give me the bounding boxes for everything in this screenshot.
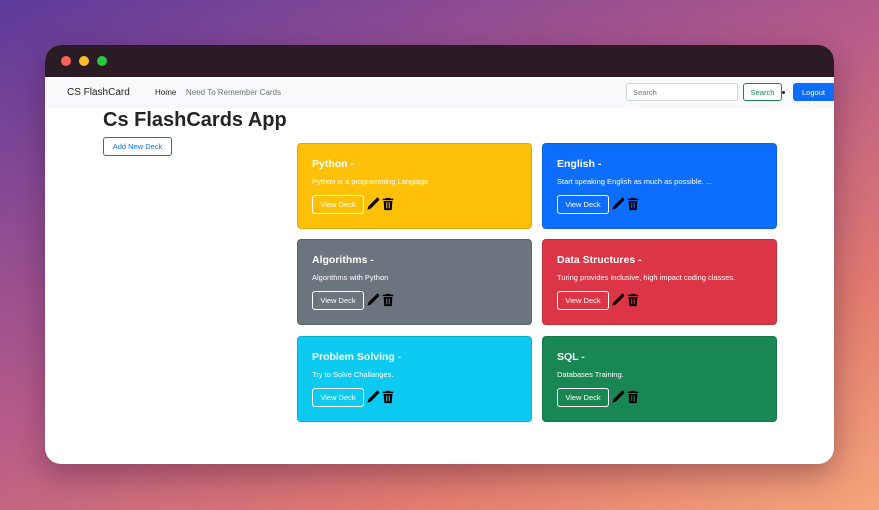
nav-link-home[interactable]: Home bbox=[155, 88, 176, 97]
pencil-icon[interactable] bbox=[366, 390, 380, 404]
trash-icon[interactable] bbox=[626, 390, 640, 404]
deck-card: Problem Solving - Try to Solve Challange… bbox=[297, 336, 532, 422]
deck-card: Algorithms - Algorithms with Python View… bbox=[297, 239, 532, 325]
navbar-dot bbox=[782, 91, 785, 94]
deck-description: Python is a programming Langiage bbox=[312, 177, 429, 186]
trash-icon[interactable] bbox=[626, 197, 640, 211]
navbar-brand[interactable]: CS FlashCard bbox=[67, 87, 130, 98]
pencil-icon[interactable] bbox=[611, 390, 625, 404]
add-new-deck-button[interactable]: Add New Deck bbox=[103, 137, 172, 156]
deck-description: Turing provides inclusive, high impact c… bbox=[557, 273, 736, 282]
deck-card: English - Start speaking English as much… bbox=[542, 143, 777, 229]
pencil-icon[interactable] bbox=[366, 293, 380, 307]
page-title: Cs FlashCards App bbox=[103, 109, 287, 131]
minimize-window-icon[interactable] bbox=[79, 56, 89, 66]
nav-link-remember-cards[interactable]: Need To Remember Cards bbox=[186, 88, 281, 97]
deck-card: SQL - Databases Training. View Deck bbox=[542, 336, 777, 422]
deck-card: Data Structures - Turing provides inclus… bbox=[542, 239, 777, 325]
deck-title: English - bbox=[557, 158, 602, 170]
pencil-icon[interactable] bbox=[611, 197, 625, 211]
window-titlebar bbox=[45, 45, 834, 77]
pencil-icon[interactable] bbox=[611, 293, 625, 307]
trash-icon[interactable] bbox=[381, 197, 395, 211]
view-deck-button[interactable]: View Deck bbox=[557, 195, 609, 214]
deck-title: Data Structures - bbox=[557, 254, 642, 266]
deck-title: Algorithms - bbox=[312, 254, 374, 266]
deck-description: Databases Training. bbox=[557, 370, 624, 379]
trash-icon[interactable] bbox=[381, 293, 395, 307]
view-deck-button[interactable]: View Deck bbox=[312, 195, 364, 214]
pencil-icon[interactable] bbox=[366, 197, 380, 211]
view-deck-button[interactable]: View Deck bbox=[557, 388, 609, 407]
search-input[interactable] bbox=[626, 83, 738, 101]
view-deck-button[interactable]: View Deck bbox=[312, 388, 364, 407]
deck-description: Start speaking English as much as possib… bbox=[557, 177, 713, 186]
deck-description: Algorithms with Python bbox=[312, 273, 389, 282]
navbar: CS FlashCard Home Need To Remember Cards… bbox=[45, 78, 834, 108]
deck-description: Try to Solve Challanges. bbox=[312, 370, 394, 379]
deck-title: Problem Solving - bbox=[312, 351, 402, 363]
deck-title: SQL - bbox=[557, 351, 585, 363]
maximize-window-icon[interactable] bbox=[97, 56, 107, 66]
browser-window: CS FlashCard Home Need To Remember Cards… bbox=[45, 45, 834, 464]
view-deck-button[interactable]: View Deck bbox=[557, 291, 609, 310]
trash-icon[interactable] bbox=[381, 390, 395, 404]
trash-icon[interactable] bbox=[626, 293, 640, 307]
deck-card: Python - Python is a programming Langiag… bbox=[297, 143, 532, 229]
view-deck-button[interactable]: View Deck bbox=[312, 291, 364, 310]
close-window-icon[interactable] bbox=[61, 56, 71, 66]
deck-title: Python - bbox=[312, 158, 354, 170]
search-button[interactable]: Search bbox=[743, 83, 782, 101]
logout-button[interactable]: Logout bbox=[793, 83, 834, 101]
